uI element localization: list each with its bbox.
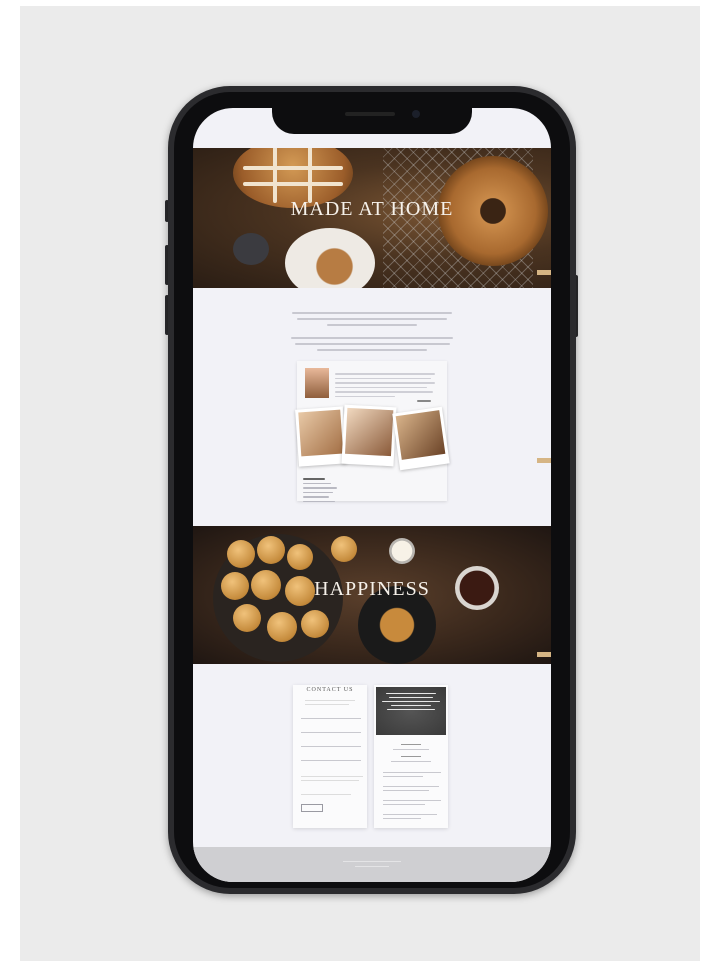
message-field[interactable] [301,760,361,761]
consent-text [301,776,363,777]
heart-dish-image [233,233,269,265]
info-text [383,790,429,791]
side-tab[interactable] [537,270,551,275]
plate-image [285,228,375,288]
side-tab[interactable] [537,458,551,463]
intro-text [288,308,456,355]
author-photo [305,368,329,398]
contact-title: CONTACT US [306,687,354,693]
bun-cross-line [243,166,343,170]
contact-intro-text [305,704,349,705]
about-text [335,370,439,405]
polaroid-photo [392,406,450,471]
scone [257,536,285,564]
ingredients-list [303,475,343,505]
scone [287,544,313,570]
phone-screen: MADE AT HOME HAPPINESS CONTACT US [193,108,551,882]
bun-cross-line [243,182,343,186]
side-tab[interactable] [537,652,551,657]
polaroid-photo [341,404,397,467]
scone [233,604,261,632]
hero-title: MADE AT HOME [290,198,454,220]
scone [301,610,329,638]
front-camera-icon [412,110,420,118]
info-text [383,804,425,805]
name-field[interactable] [301,718,361,719]
scone [267,612,297,642]
info-text [383,800,441,801]
info-heading [401,744,421,745]
section-title: HAPPINESS [314,578,430,600]
scone [227,540,255,568]
info-text [383,776,423,777]
scone [331,536,357,562]
submit-button[interactable] [301,804,323,812]
footer [193,847,551,882]
speaker-icon [345,112,395,116]
bun-cross-line [273,148,277,203]
info-text [391,761,431,762]
info-text [383,818,421,819]
phone-field[interactable] [301,746,361,747]
info-text [393,749,429,750]
info-text [383,786,439,787]
chalkboard-banner [376,687,446,735]
info-text [383,814,437,815]
consent-text [301,780,359,781]
info-text [383,772,441,773]
info-heading [401,756,421,757]
newsletter-text [301,794,351,795]
footer-text [355,866,389,867]
contact-intro-text [305,700,355,701]
footer-text [343,861,401,862]
email-field[interactable] [301,732,361,733]
bun-cross-line [308,148,312,203]
cream-bowl [389,538,415,564]
polaroid-photo [295,406,347,467]
